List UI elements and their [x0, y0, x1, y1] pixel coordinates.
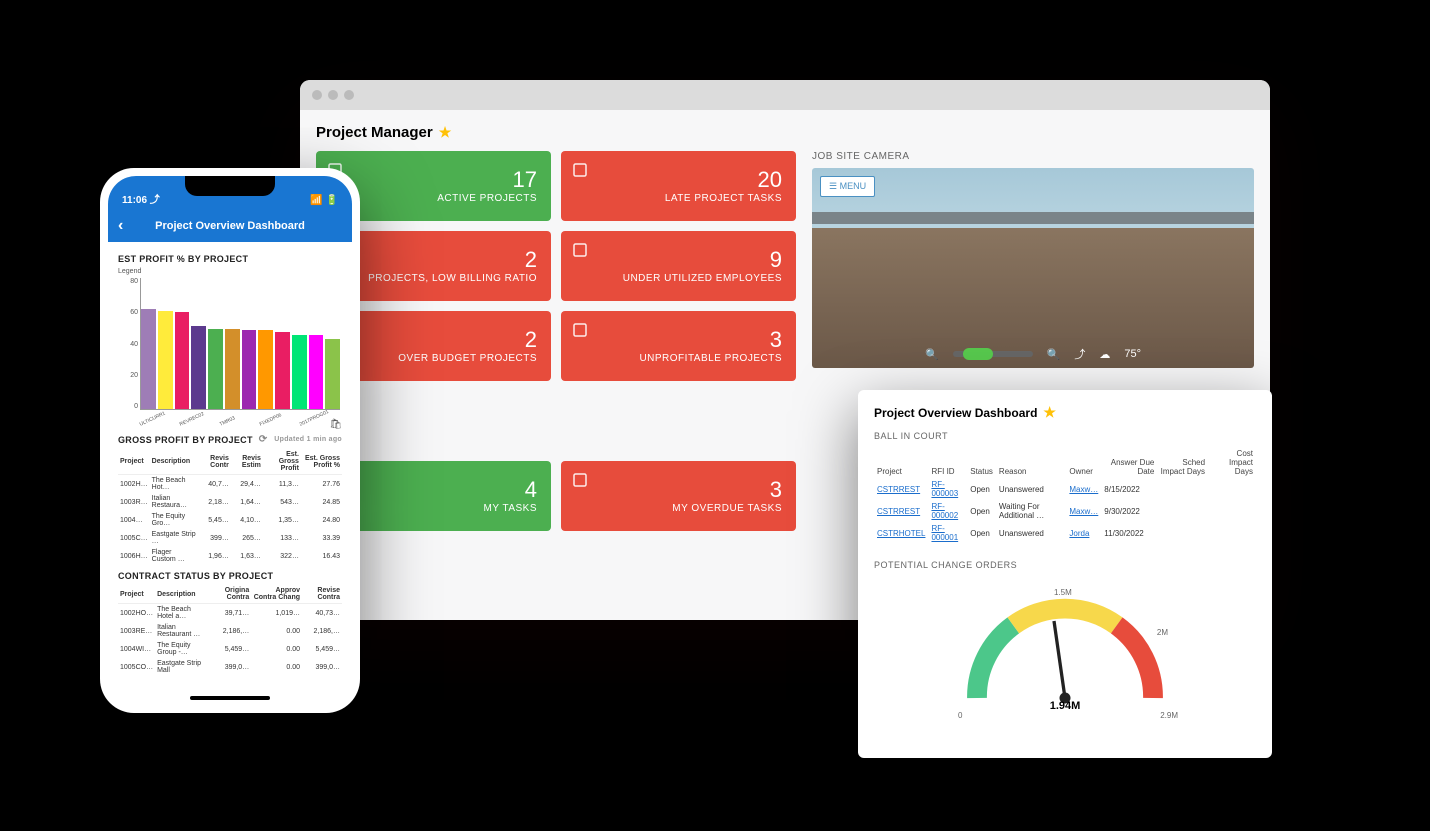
- zoom-out-icon[interactable]: 🔍: [925, 348, 939, 361]
- chart-bar[interactable]: [292, 335, 307, 409]
- window-chrome: [300, 80, 1270, 110]
- weather-icon: ☁: [1099, 348, 1110, 361]
- contract-status-header: CONTRACT STATUS BY PROJECT: [118, 571, 342, 581]
- refresh-icon[interactable]: ⟳: [259, 434, 268, 445]
- table-row[interactable]: 1003R…Italian Restaura…2,18…1,64…543…24.…: [118, 493, 342, 511]
- overview-popup: Project Overview Dashboard ★ BALL IN COU…: [858, 390, 1272, 758]
- star-icon[interactable]: ★: [439, 124, 452, 141]
- chart-bar[interactable]: [309, 335, 324, 409]
- chart-bar[interactable]: [225, 329, 240, 409]
- camera-label: JOB SITE CAMERA: [812, 151, 1254, 162]
- ball-in-court-table: ProjectRFI IDStatusReasonOwnerAnswer Due…: [874, 447, 1256, 544]
- star-icon[interactable]: ★: [1043, 404, 1056, 421]
- ball-in-court-label: BALL IN COURT: [874, 431, 1256, 441]
- kpi-tile[interactable]: 20LATE PROJECT TASKS: [561, 151, 796, 221]
- popup-title: Project Overview Dashboard ★: [874, 404, 1256, 421]
- chart-title: EST PROFIT % BY PROJECT: [118, 254, 342, 264]
- camera-controls: 🔍 🔍 ⤴ ☁ 75°: [812, 346, 1254, 362]
- window-dot[interactable]: [344, 90, 354, 100]
- chart-bar[interactable]: [191, 326, 206, 410]
- window-dot[interactable]: [312, 90, 322, 100]
- chart-bar[interactable]: [141, 309, 156, 409]
- gauge-chart: 0 1.5M 2M 2.9M 1.94M: [874, 588, 1256, 738]
- table-row[interactable]: 1005C…Eastgate Strip …399…265…133…33.39: [118, 529, 342, 547]
- profit-chart[interactable]: Legend 806040200 ULTICURR1REVREC02TMR03F…: [118, 268, 342, 428]
- chart-bar[interactable]: [258, 330, 273, 409]
- chart-bar[interactable]: [275, 332, 290, 409]
- table-row[interactable]: CSTRRESTRF-000003OpenUnansweredMaxw…8/15…: [874, 478, 1256, 500]
- kpi-tile[interactable]: 3UNPROFITABLE PROJECTS: [561, 311, 796, 381]
- phone-notch: [185, 176, 275, 196]
- camera-feed[interactable]: ☰ MENU 🔍 🔍 ⤴ ☁ 75°: [812, 168, 1254, 368]
- gross-profit-header: GROSS PROFIT BY PROJECT ⟳ Updated 1 min …: [118, 434, 342, 445]
- gauge-value: 1.94M: [874, 700, 1256, 712]
- chart-bar[interactable]: [242, 330, 257, 409]
- table-row[interactable]: 1002HO…The Beach Hotel a…39,71…1,019…40,…: [118, 604, 342, 623]
- table-row[interactable]: 1006H…Flager Custom …1,96…1,63…322…16.43: [118, 547, 342, 565]
- chart-bar[interactable]: [175, 312, 190, 409]
- table-row[interactable]: CSTRHOTELRF-000001OpenUnansweredJorda11/…: [874, 522, 1256, 544]
- temperature: 75°: [1124, 348, 1141, 360]
- share-icon[interactable]: ⤴: [1074, 346, 1085, 362]
- table-row[interactable]: 1003RE…Italian Restaurant …2,186,…0.002,…: [118, 622, 342, 640]
- kpi-tiles: 17ACTIVE PROJECTS20LATE PROJECT TASKS2PR…: [316, 151, 796, 531]
- app-header: ‹ Project Overview Dashboard: [108, 210, 352, 242]
- pco-label: POTENTIAL CHANGE ORDERS: [874, 560, 1256, 570]
- contract-status-table[interactable]: ProjectDescriptionOrigina ContraApprov C…: [118, 585, 342, 676]
- zoom-slider[interactable]: [953, 351, 1033, 357]
- home-indicator[interactable]: [190, 696, 270, 700]
- back-icon[interactable]: ‹: [118, 217, 123, 235]
- chart-bar[interactable]: [325, 339, 340, 409]
- camera-menu-button[interactable]: ☰ MENU: [820, 176, 875, 197]
- signal-icons: 📶 🔋: [310, 195, 338, 206]
- shopping-bag-icon[interactable]: 🛍: [329, 419, 342, 430]
- table-row[interactable]: CSTRRESTRF-000002OpenWaiting For Additio…: [874, 500, 1256, 522]
- table-row[interactable]: 1004…The Equity Gro…5,45…4,10…1,35…24.80: [118, 511, 342, 529]
- chart-bar[interactable]: [158, 311, 173, 409]
- zoom-in-icon[interactable]: 🔍: [1047, 348, 1061, 361]
- page-title: Project Manager ★: [316, 124, 1254, 141]
- table-row[interactable]: 1002H…The Beach Hot…40,7…29,4…11,3…27.76: [118, 475, 342, 494]
- table-row[interactable]: 1004WI…The Equity Group -…5,459…0.005,45…: [118, 640, 342, 658]
- table-row[interactable]: 1005CO…Eastgate Strip Mall399,0…0.00399,…: [118, 658, 342, 676]
- chart-bar[interactable]: [208, 329, 223, 409]
- phone-device: 11:06 ⤴ 📶 🔋 ‹ Project Overview Dashboard…: [100, 168, 360, 713]
- window-dot[interactable]: [328, 90, 338, 100]
- gross-profit-table[interactable]: ProjectDescriptionRevis ContrRevis Estim…: [118, 449, 342, 565]
- kpi-tile[interactable]: 3MY OVERDUE TASKS: [561, 461, 796, 531]
- kpi-tile[interactable]: 9UNDER UTILIZED EMPLOYEES: [561, 231, 796, 301]
